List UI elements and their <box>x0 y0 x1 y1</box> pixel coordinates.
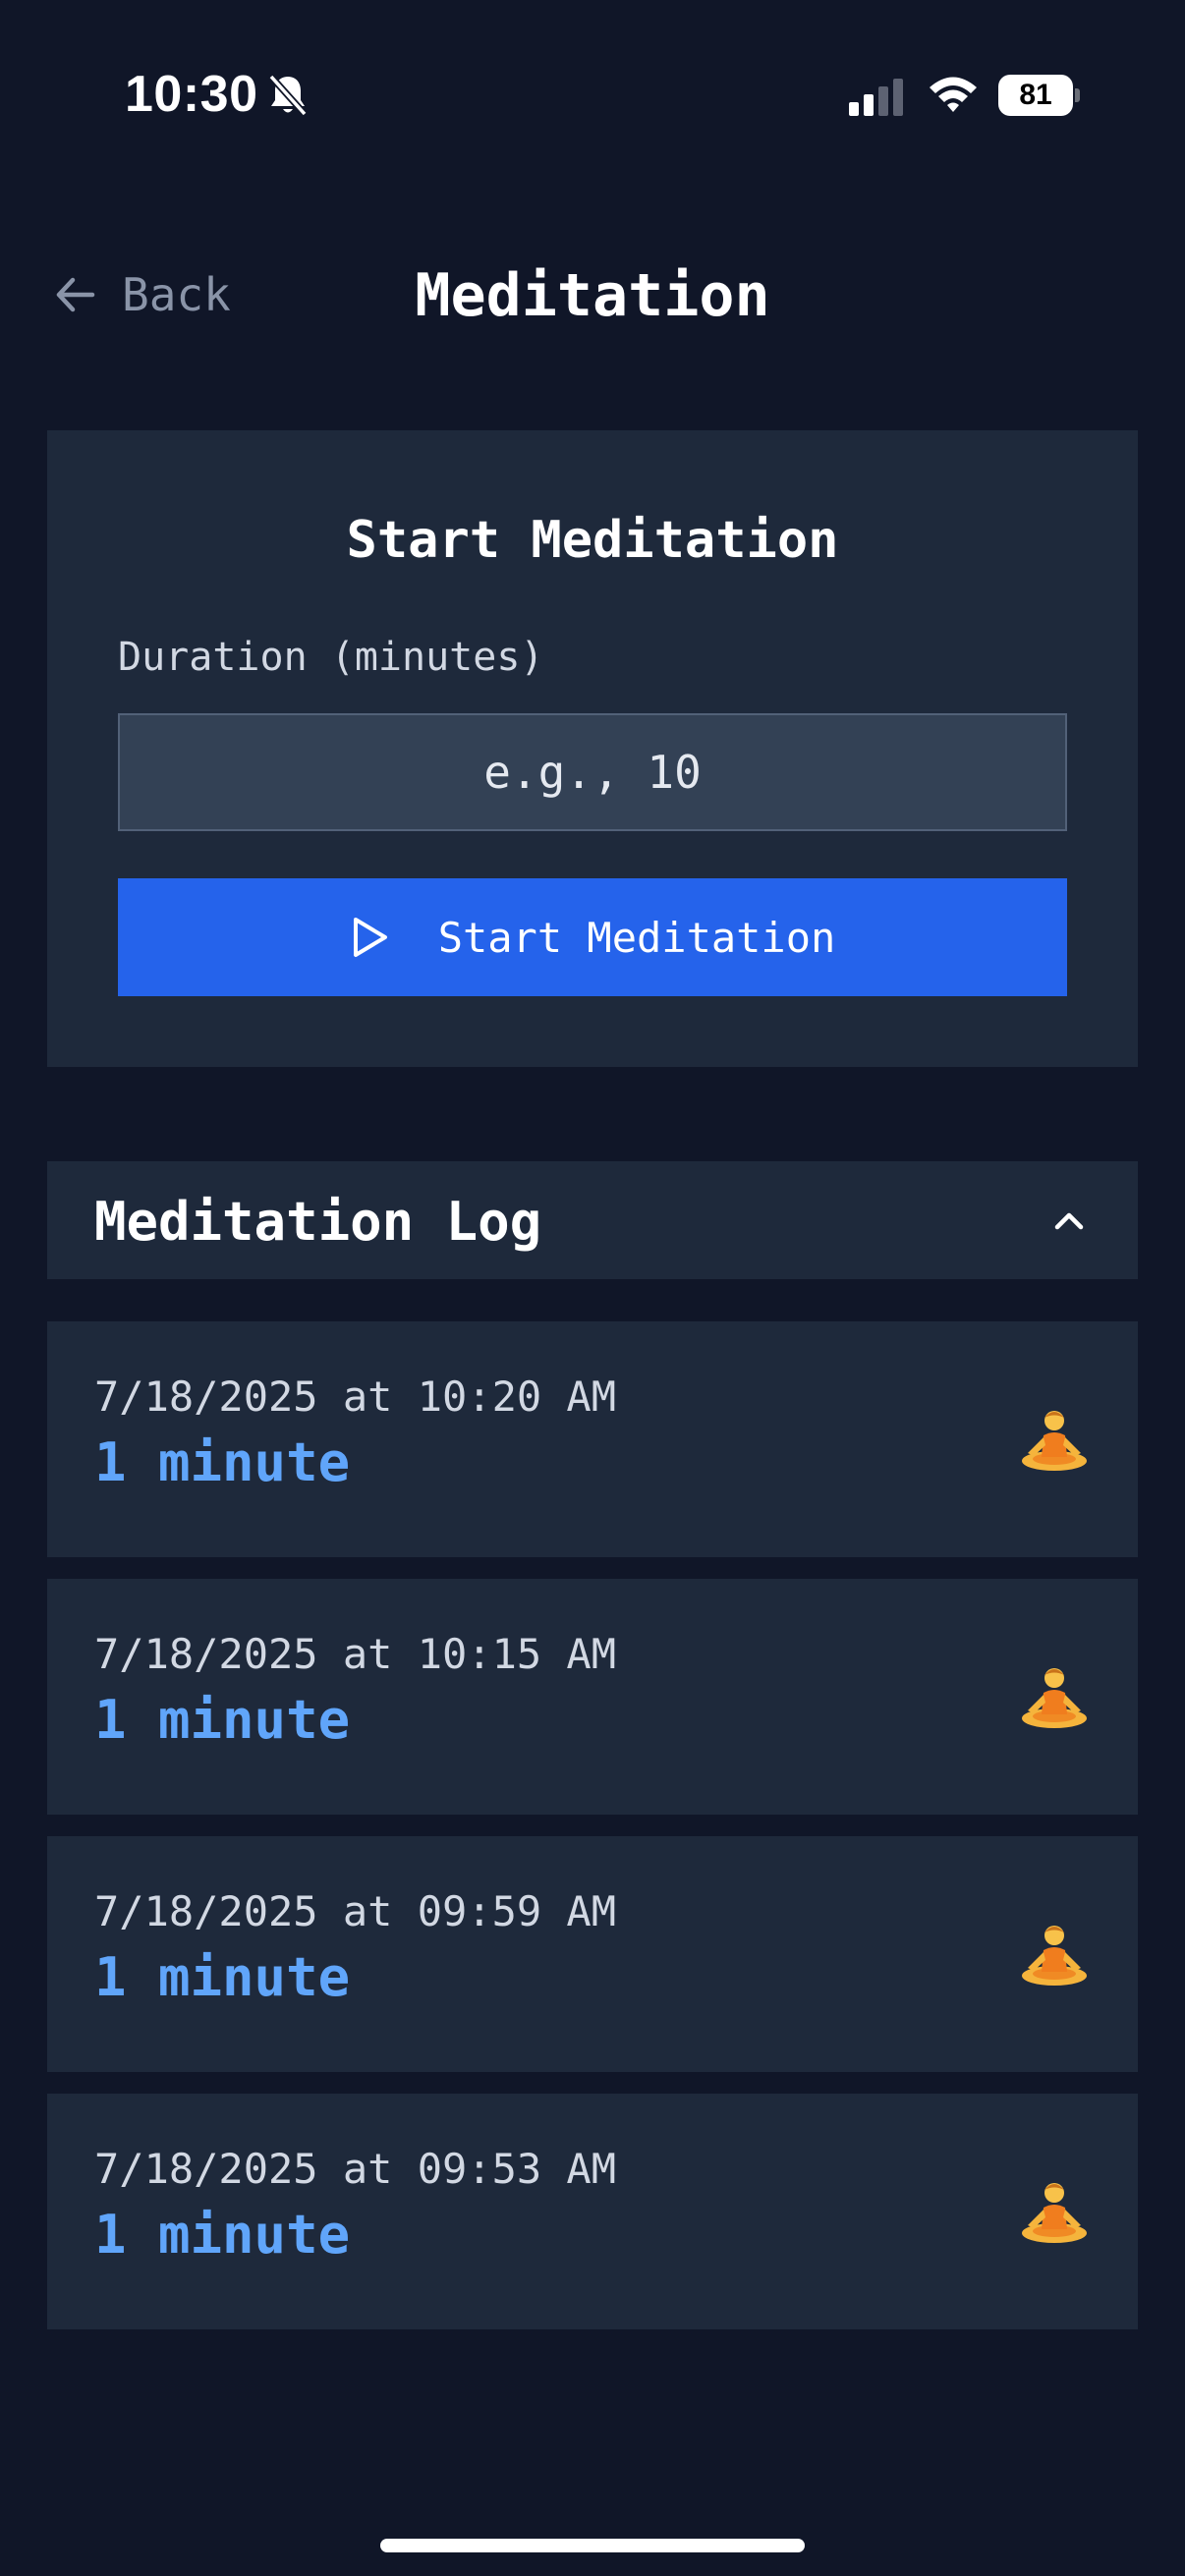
entry-duration: 1 minute <box>94 2204 351 2266</box>
entry-duration: 1 minute <box>94 1946 351 2008</box>
page-header: Back Meditation <box>0 246 1185 344</box>
lotus-position-icon <box>1022 1411 1087 1471</box>
battery-tip <box>1075 88 1080 102</box>
log-entry[interactable]: 7/18/2025 at 10:15 AM 1 minute <box>47 1579 1138 1815</box>
status-time: 10:30 <box>125 66 258 123</box>
chevron-up-icon[interactable] <box>1049 1201 1089 1240</box>
battery-indicator: 81 <box>998 75 1080 116</box>
duration-input[interactable] <box>118 713 1067 831</box>
start-meditation-card: Start Meditation Duration (minutes) Star… <box>47 430 1138 1067</box>
wifi-icon <box>930 77 977 112</box>
play-icon <box>353 918 387 957</box>
status-bar: 10:30 81 <box>0 0 1185 187</box>
entry-duration: 1 minute <box>94 1431 351 1493</box>
log-entry[interactable]: 7/18/2025 at 09:53 AM 1 minute <box>47 2094 1138 2329</box>
lotus-position-icon <box>1022 1668 1087 1728</box>
bell-muted-icon <box>268 74 308 117</box>
cellular-signal-icon <box>849 79 903 116</box>
lotus-position-icon <box>1022 1926 1087 1986</box>
entry-date: 7/18/2025 at 10:15 AM <box>94 1630 617 1678</box>
log-entry[interactable]: 7/18/2025 at 09:59 AM 1 minute <box>47 1836 1138 2072</box>
page-title: Meditation <box>415 261 770 330</box>
log-title: Meditation Log <box>94 1191 542 1253</box>
home-indicator[interactable] <box>380 2539 805 2552</box>
battery-level: 81 <box>998 75 1073 116</box>
entry-date: 7/18/2025 at 10:20 AM <box>94 1372 617 1421</box>
start-button-label: Start Meditation <box>437 913 836 962</box>
entry-duration: 1 minute <box>94 1689 351 1751</box>
start-meditation-button[interactable]: Start Meditation <box>118 878 1067 996</box>
entry-date: 7/18/2025 at 09:59 AM <box>94 1887 617 1935</box>
meditation-log-header[interactable]: Meditation Log <box>47 1161 1138 1279</box>
start-card-title: Start Meditation <box>346 511 839 570</box>
duration-label: Duration (minutes) <box>118 635 544 680</box>
lotus-position-icon <box>1022 2183 1087 2243</box>
log-entry[interactable]: 7/18/2025 at 10:20 AM 1 minute <box>47 1321 1138 1557</box>
entry-date: 7/18/2025 at 09:53 AM <box>94 2145 617 2193</box>
